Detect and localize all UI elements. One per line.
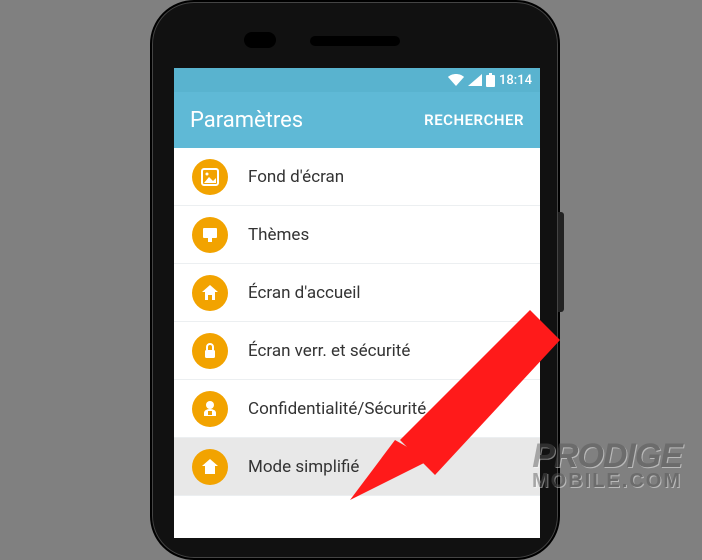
search-button[interactable]: RECHERCHER [424, 111, 524, 129]
wallpaper-icon [192, 159, 228, 195]
settings-item-wallpaper[interactable]: Fond d'écran [174, 148, 540, 206]
lock-icon [192, 333, 228, 369]
settings-item-privacy[interactable]: Confidentialité/Sécurité [174, 380, 540, 438]
settings-item-label: Thèmes [248, 225, 309, 245]
phone-frame: 18:14 Paramètres RECHERCHER Fond d'écran… [150, 0, 560, 560]
settings-item-label: Écran d'accueil [248, 283, 361, 303]
watermark: PRODIGE MOBILE.COM [532, 441, 682, 490]
status-time: 18:14 [499, 73, 532, 88]
settings-header: Paramètres RECHERCHER [174, 92, 540, 148]
settings-item-themes[interactable]: Thèmes [174, 206, 540, 264]
phone-side-button [558, 212, 564, 312]
settings-list: Fond d'écran Thèmes Écran d'accueil Écra… [174, 148, 540, 496]
battery-icon [486, 73, 495, 87]
page-title: Paramètres [190, 108, 303, 133]
wifi-icon [448, 74, 464, 86]
home-icon [192, 275, 228, 311]
settings-item-label: Confidentialité/Sécurité [248, 399, 426, 419]
status-bar: 18:14 [174, 68, 540, 92]
simple-home-icon [192, 449, 228, 485]
settings-item-label: Fond d'écran [248, 167, 344, 187]
phone-sensor [244, 32, 276, 48]
watermark-line2: MOBILE.COM [532, 472, 682, 490]
settings-item-home-screen[interactable]: Écran d'accueil [174, 264, 540, 322]
privacy-icon [192, 391, 228, 427]
screen: 18:14 Paramètres RECHERCHER Fond d'écran… [174, 68, 540, 538]
phone-speaker [310, 36, 400, 46]
settings-item-lock-security[interactable]: Écran verr. et sécurité [174, 322, 540, 380]
watermark-line1: PRODIGE [532, 441, 682, 472]
settings-item-simple-mode[interactable]: Mode simplifié [174, 438, 540, 496]
themes-icon [192, 217, 228, 253]
signal-icon [468, 74, 482, 86]
settings-item-label: Mode simplifié [248, 457, 359, 477]
settings-item-label: Écran verr. et sécurité [248, 341, 410, 361]
